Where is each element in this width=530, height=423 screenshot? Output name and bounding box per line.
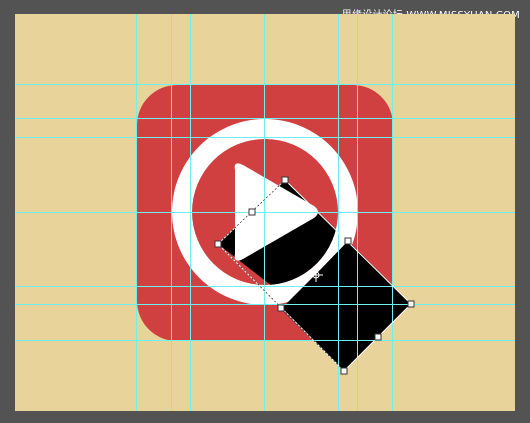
document-canvas[interactable] [15,14,515,411]
transform-handle-top-left-mid[interactable] [248,208,256,216]
artwork-svg [15,14,515,411]
transform-handle-top-right-mid[interactable] [344,237,352,245]
transform-handle-top[interactable] [281,176,289,184]
transform-handle-bottom-right-mid[interactable] [374,333,382,341]
transform-handle-left[interactable] [214,240,222,248]
transform-handle-bottom-left-mid[interactable] [277,304,285,312]
transform-handle-right[interactable] [407,300,415,308]
transform-handle-bottom[interactable] [340,367,348,375]
